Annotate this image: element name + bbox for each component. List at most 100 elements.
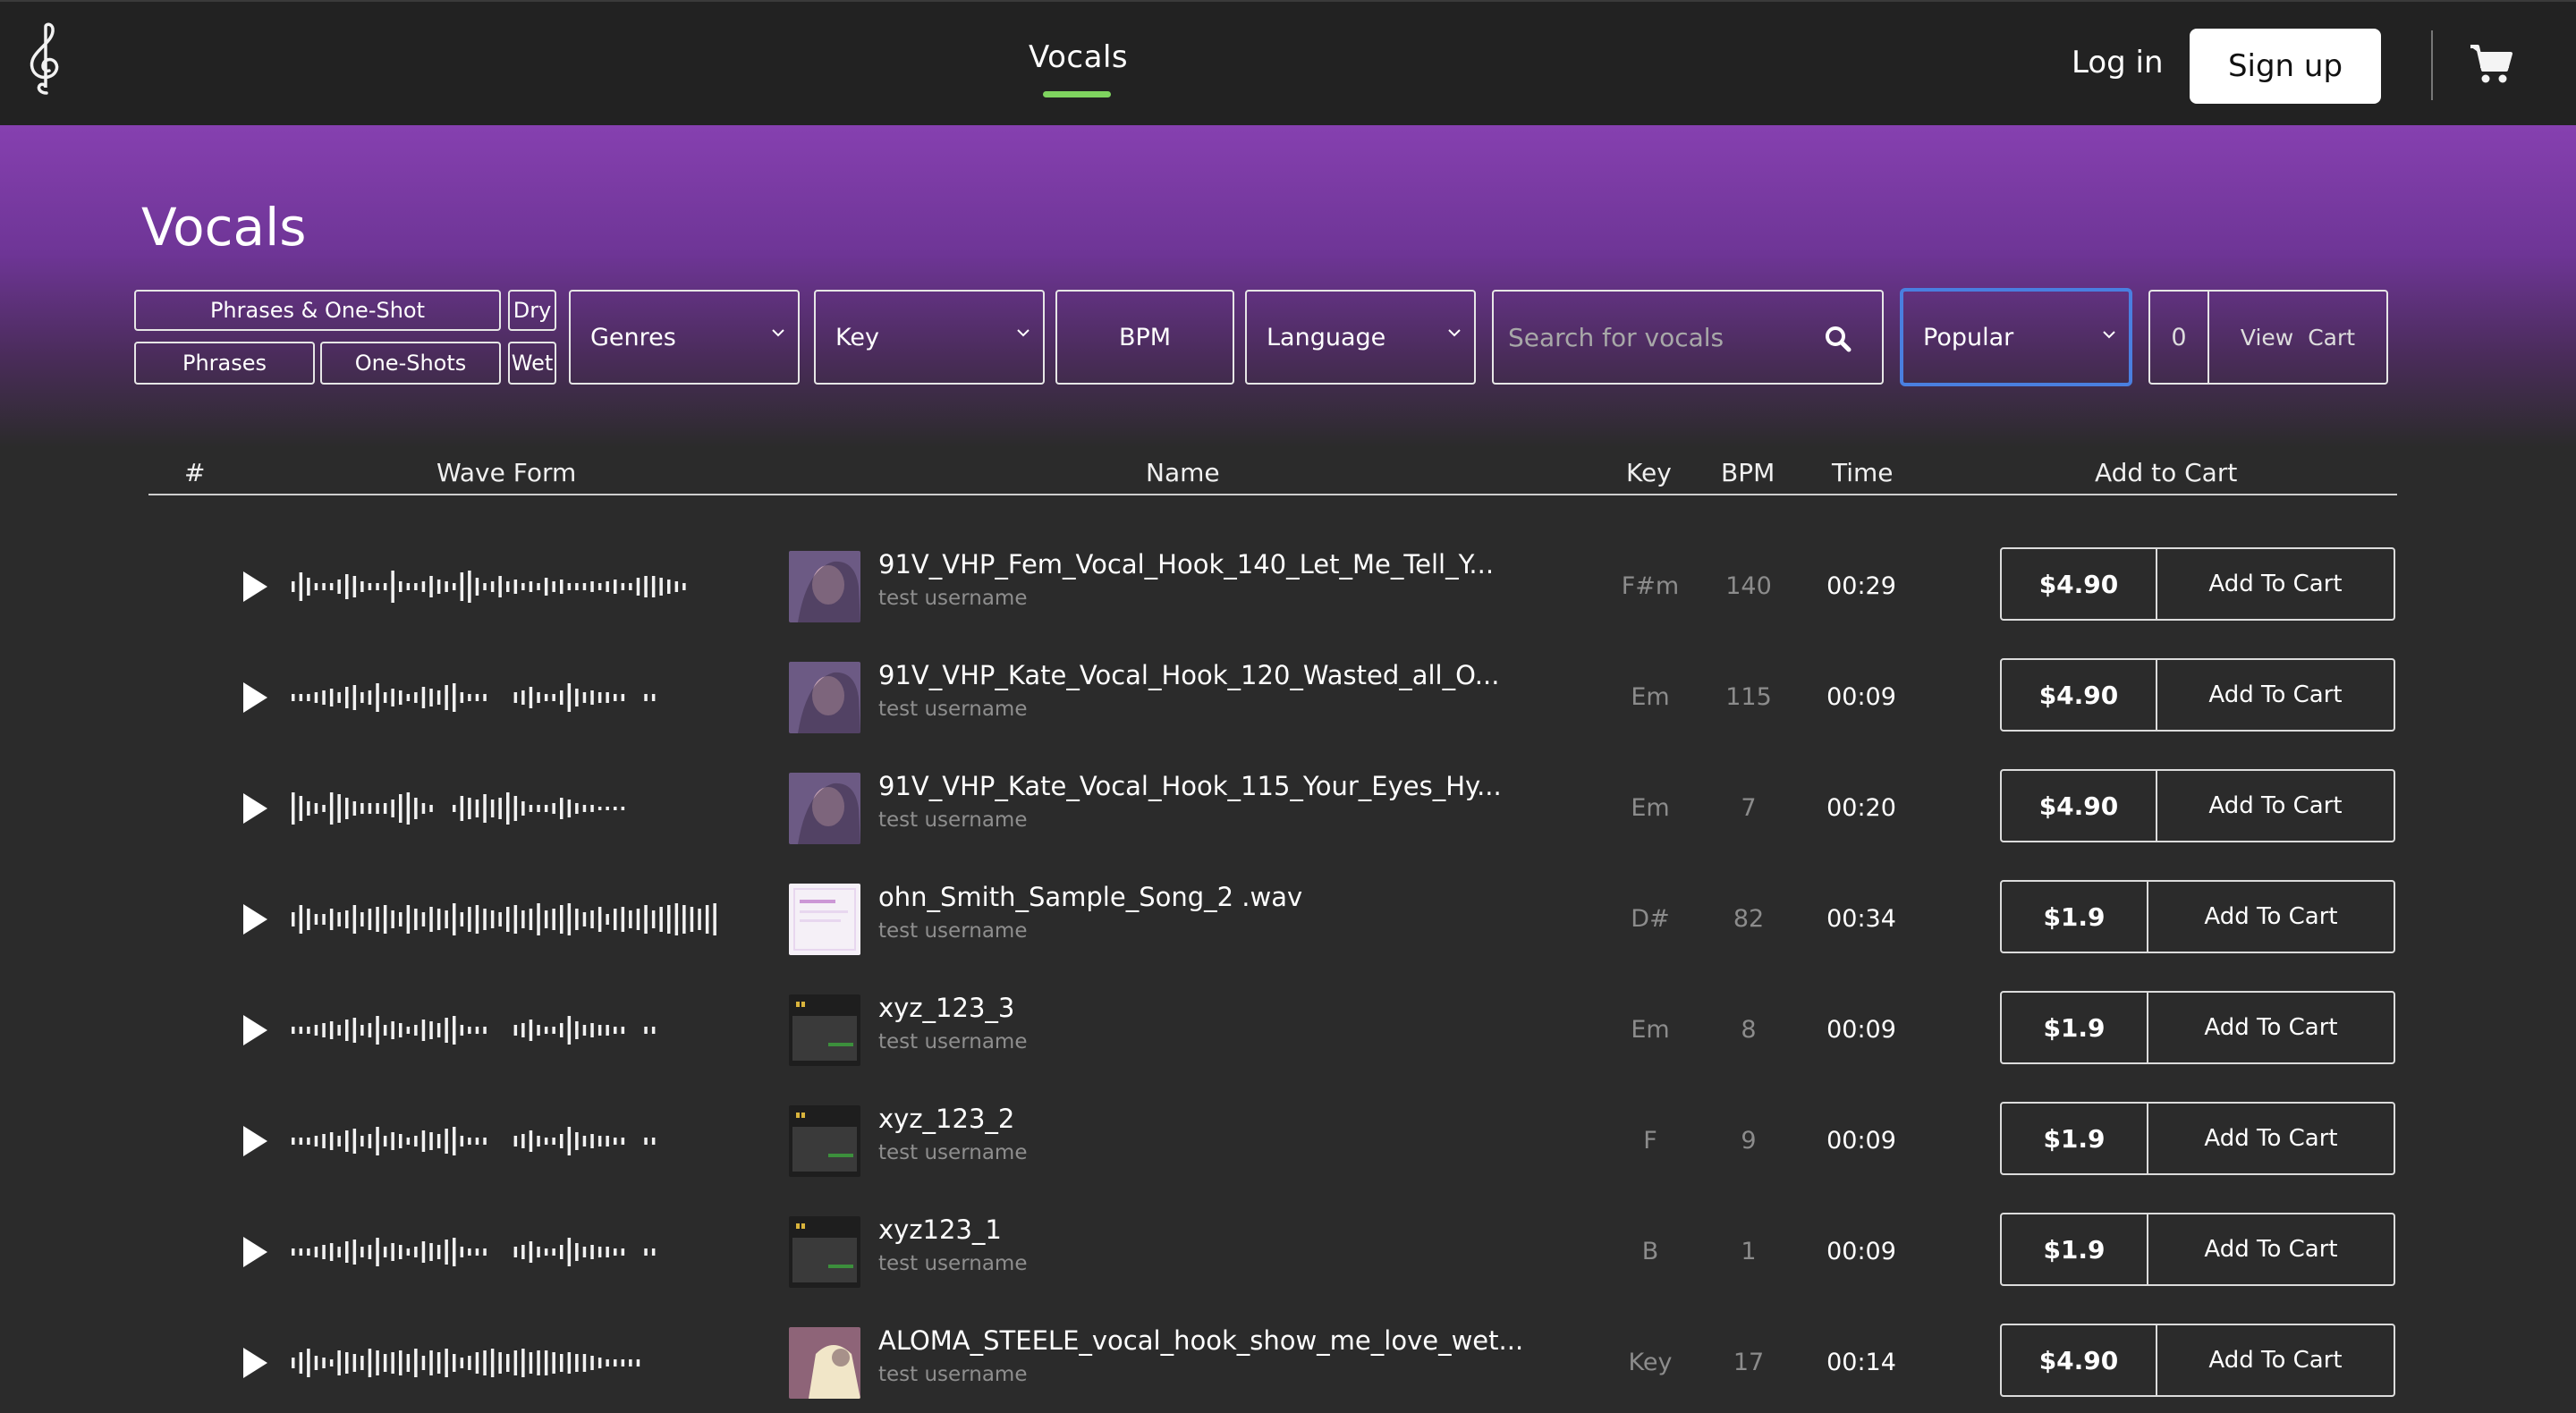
waveform-bar — [368, 1245, 372, 1259]
track-title[interactable]: ALOMA_STEELE_vocal_hook_show_me_love_wet… — [878, 1325, 1523, 1356]
track-title[interactable]: ohn_Smith_Sample_Song_2 .wav — [878, 882, 1302, 912]
track-price: $4.90 — [2002, 771, 2157, 841]
waveform-bar — [606, 1025, 609, 1036]
waveform-bar — [429, 576, 433, 597]
add-to-cart-button[interactable]: Add To Cart — [2157, 771, 2394, 841]
add-to-cart-button[interactable]: Add To Cart — [2148, 1104, 2394, 1173]
track-title[interactable]: xyz_123_3 — [878, 993, 1014, 1023]
track-title[interactable]: xyz123_1 — [878, 1214, 1002, 1245]
track-username[interactable]: test username — [878, 1141, 1027, 1164]
waveform-bar — [590, 1023, 594, 1037]
track-username[interactable]: test username — [878, 919, 1027, 943]
track-title[interactable]: xyz_123_2 — [878, 1104, 1014, 1134]
waveform-bar — [567, 1016, 572, 1045]
add-to-cart-button[interactable]: Add To Cart — [2148, 1214, 2394, 1284]
waveform-bar — [399, 1245, 402, 1259]
waveform-bar — [629, 1359, 632, 1366]
waveform-bar — [597, 1247, 602, 1257]
waveform-bar — [575, 1132, 579, 1150]
track-key: Key — [1628, 1349, 1673, 1376]
track-time: 00:29 — [1826, 572, 1896, 600]
filter-wet-button[interactable]: Wet — [508, 342, 556, 385]
waveform-bar — [567, 583, 572, 590]
waveform[interactable] — [292, 551, 721, 622]
filter-phrases-oneshot-button[interactable]: Phrases & One-Shot — [134, 290, 501, 331]
track-username[interactable]: test username — [878, 1363, 1027, 1386]
waveform[interactable] — [292, 773, 721, 844]
waveform-bar — [368, 1023, 372, 1037]
add-to-cart-button[interactable]: Add To Cart — [2148, 993, 2394, 1062]
play-icon[interactable] — [240, 1345, 270, 1381]
search-icon[interactable] — [1825, 326, 1852, 352]
waveform[interactable] — [292, 1327, 721, 1399]
language-dropdown[interactable]: Language — [1245, 290, 1476, 385]
filter-phrases-button[interactable]: Phrases — [134, 342, 315, 385]
waveform-bar — [582, 1136, 587, 1146]
search-input[interactable] — [1508, 317, 1812, 358]
filter-dry-button[interactable]: Dry — [508, 290, 556, 331]
play-icon[interactable] — [240, 1234, 270, 1270]
track-username[interactable]: test username — [878, 698, 1027, 721]
waveform[interactable] — [292, 994, 721, 1066]
waveform-bar — [414, 1349, 418, 1377]
waveform-bar — [521, 690, 525, 705]
track-title[interactable]: 91V_VHP_Fem_Vocal_Hook_140_Let_Me_Tell_Y… — [878, 549, 1494, 580]
waveform[interactable] — [292, 662, 721, 733]
track-title[interactable]: 91V_VHP_Kate_Vocal_Hook_120_Wasted_all_O… — [878, 660, 1499, 690]
waveform-bar — [329, 1243, 334, 1261]
track-bpm: 115 — [1725, 683, 1772, 711]
view-cart-button[interactable]: View Cart — [2207, 290, 2388, 385]
track-username[interactable]: test username — [878, 587, 1027, 610]
waveform-bar — [421, 687, 426, 708]
waveform-bar — [307, 578, 310, 596]
waveform-bar — [453, 1238, 456, 1266]
filter-oneshots-button[interactable]: One-Shots — [320, 342, 501, 385]
key-dropdown[interactable]: Key — [814, 290, 1045, 385]
add-to-cart-button[interactable]: Add To Cart — [2157, 549, 2394, 619]
waveform[interactable] — [292, 1105, 721, 1177]
waveform-bar — [651, 694, 656, 701]
play-icon[interactable] — [240, 1123, 270, 1159]
waveform-bar — [475, 800, 479, 817]
add-to-cart-button[interactable]: Add To Cart — [2157, 1325, 2394, 1395]
waveform-bar — [360, 912, 364, 926]
sort-dropdown[interactable]: Popular — [1900, 288, 2132, 386]
genres-dropdown[interactable]: Genres — [569, 290, 800, 385]
track-price: $1.9 — [2002, 993, 2148, 1062]
waveform-bar — [544, 1248, 548, 1256]
bpm-filter-label: BPM — [1118, 323, 1172, 351]
track-key: F#m — [1621, 572, 1680, 600]
waveform-bar — [567, 683, 572, 712]
waveform-bar — [582, 912, 587, 926]
waveform-bar — [590, 805, 594, 812]
waveform-bar — [552, 1027, 555, 1034]
add-to-cart-button[interactable]: Add To Cart — [2157, 660, 2394, 730]
tab-vocals[interactable]: Vocals — [1029, 39, 1128, 75]
bpm-filter[interactable]: BPM — [1055, 290, 1234, 385]
track-username[interactable]: test username — [878, 808, 1027, 832]
login-link[interactable]: Log in — [2072, 45, 2164, 80]
track-username[interactable]: test username — [878, 1252, 1027, 1275]
waveform-bar — [614, 694, 617, 701]
track-username[interactable]: test username — [878, 1030, 1027, 1053]
waveform-bar — [352, 801, 357, 816]
waveform-bar — [376, 1350, 379, 1375]
play-icon[interactable] — [240, 901, 270, 937]
track-title[interactable]: 91V_VHP_Kate_Vocal_Hook_115_Your_Eyes_Hy… — [878, 771, 1502, 801]
waveform-bar — [376, 907, 379, 932]
waveform[interactable] — [292, 1216, 721, 1288]
waveform-bar — [391, 571, 394, 603]
play-icon[interactable] — [240, 569, 270, 605]
play-icon[interactable] — [240, 791, 270, 826]
waveform[interactable] — [292, 884, 721, 955]
signup-button[interactable]: Sign up — [2190, 29, 2381, 104]
track-price: $4.90 — [2002, 660, 2157, 730]
track-thumbnail — [789, 884, 860, 955]
play-icon[interactable] — [240, 680, 270, 715]
cart-icon[interactable] — [2469, 43, 2513, 84]
treble-clef-logo-icon[interactable] — [25, 21, 66, 97]
add-to-cart-button[interactable]: Add To Cart — [2148, 882, 2394, 952]
play-icon[interactable] — [240, 1012, 270, 1048]
waveform-bar — [513, 905, 518, 934]
waveform-bar — [575, 583, 579, 590]
